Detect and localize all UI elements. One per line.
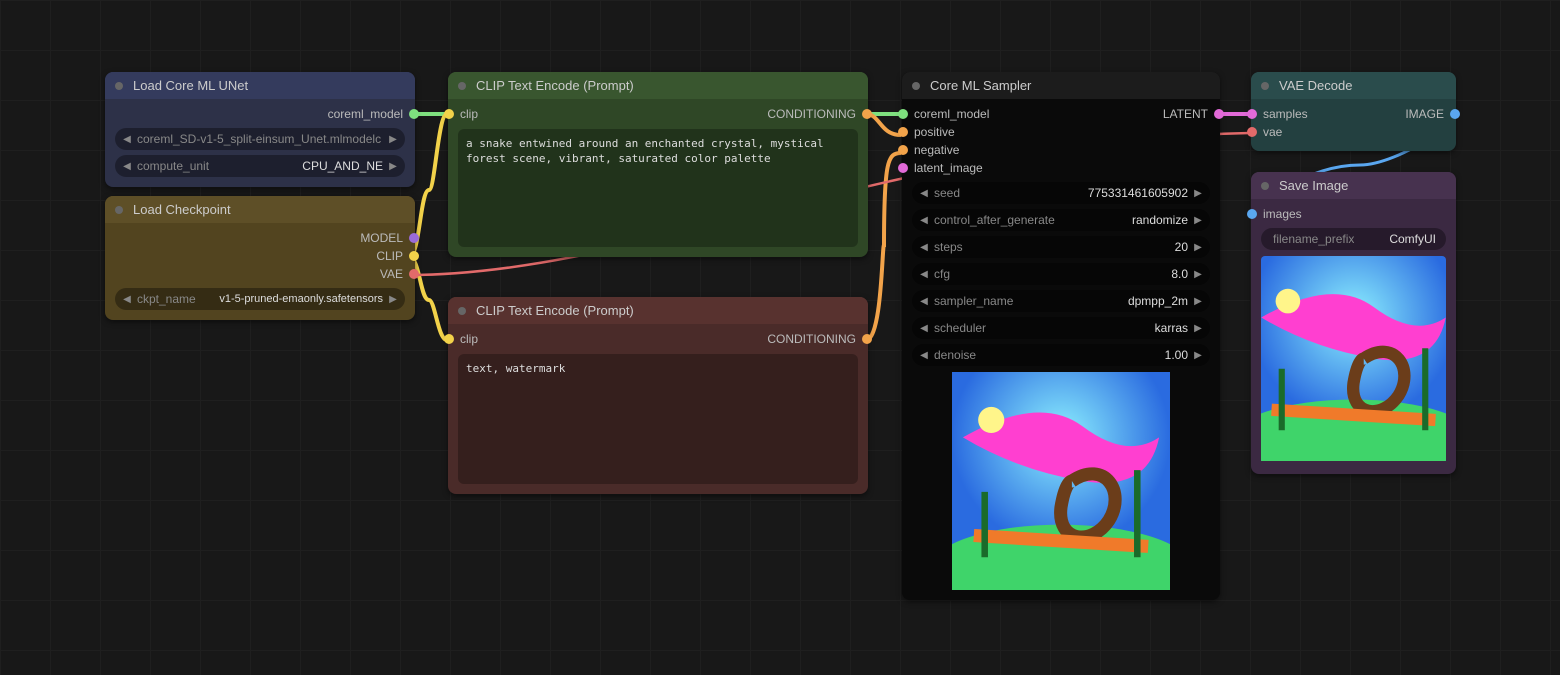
output-image[interactable]: IMAGE	[1405, 105, 1446, 123]
arrow-left-icon[interactable]: ◀	[918, 215, 930, 226]
steps-widget[interactable]: ◀ steps 20 ▶	[912, 236, 1210, 258]
arrow-left-icon[interactable]: ◀	[918, 323, 930, 334]
port-dot-icon	[862, 109, 872, 119]
node-title[interactable]: Load Core ML UNet	[105, 72, 415, 99]
output-latent[interactable]: LATENT	[1163, 105, 1210, 123]
arrow-right-icon[interactable]: ▶	[387, 294, 399, 305]
arrow-left-icon[interactable]: ◀	[121, 294, 133, 305]
arrow-left-icon[interactable]: ◀	[121, 161, 133, 172]
node-title-label: VAE Decode	[1279, 78, 1352, 93]
node-title[interactable]: VAE Decode	[1251, 72, 1456, 99]
port-dot-icon	[409, 251, 419, 261]
arrow-left-icon[interactable]: ◀	[918, 188, 930, 199]
node-clip-text-encode-positive[interactable]: CLIP Text Encode (Prompt) clip CONDITION…	[448, 72, 868, 257]
input-coreml-model[interactable]: coreml_model	[912, 105, 989, 123]
output-conditioning[interactable]: CONDITIONING	[767, 330, 858, 348]
preview-image-icon	[952, 372, 1170, 590]
port-dot-icon	[862, 334, 872, 344]
preview-image-icon	[1261, 256, 1446, 461]
input-clip[interactable]: clip	[458, 105, 478, 123]
output-conditioning[interactable]: CONDITIONING	[767, 105, 858, 123]
collapse-icon[interactable]	[458, 307, 466, 315]
arrow-left-icon[interactable]: ◀	[918, 269, 930, 280]
collapse-icon[interactable]	[1261, 182, 1269, 190]
arrow-right-icon[interactable]: ▶	[387, 161, 399, 172]
node-title-label: CLIP Text Encode (Prompt)	[476, 303, 634, 318]
arrow-right-icon[interactable]: ▶	[1192, 296, 1204, 307]
collapse-icon[interactable]	[458, 82, 466, 90]
arrow-right-icon[interactable]: ▶	[1192, 242, 1204, 253]
arrow-right-icon[interactable]: ▶	[387, 134, 399, 145]
denoise-widget[interactable]: ◀ denoise 1.00 ▶	[912, 344, 1210, 366]
input-negative[interactable]: negative	[912, 141, 1210, 159]
node-title-label: Load Checkpoint	[133, 202, 231, 217]
port-dot-icon	[1214, 109, 1224, 119]
node-coreml-sampler[interactable]: Core ML Sampler coreml_model LATENT posi…	[902, 72, 1220, 600]
node-save-image[interactable]: Save Image images filename_prefix ComfyU…	[1251, 172, 1456, 474]
node-title[interactable]: Load Checkpoint	[105, 196, 415, 223]
node-load-coreml-unet[interactable]: Load Core ML UNet coreml_model ◀ coreml_…	[105, 72, 415, 187]
input-images[interactable]: images	[1261, 205, 1446, 223]
node-title[interactable]: CLIP Text Encode (Prompt)	[448, 72, 868, 99]
arrow-left-icon[interactable]: ◀	[918, 296, 930, 307]
node-title-label: Core ML Sampler	[930, 78, 1031, 93]
cfg-widget[interactable]: ◀ cfg 8.0 ▶	[912, 263, 1210, 285]
arrow-right-icon[interactable]: ▶	[1192, 188, 1204, 199]
output-model[interactable]: MODEL	[115, 229, 405, 247]
port-dot-icon	[1247, 209, 1257, 219]
collapse-icon[interactable]	[1261, 82, 1269, 90]
compute-unit-widget[interactable]: ◀ compute_unit CPU_AND_NE ▶	[115, 155, 405, 177]
arrow-left-icon[interactable]: ◀	[918, 350, 930, 361]
arrow-right-icon[interactable]: ▶	[1192, 269, 1204, 280]
positive-prompt-input[interactable]: a snake entwined around an enchanted cry…	[458, 129, 858, 247]
output-coreml-model[interactable]: coreml_model	[115, 105, 405, 123]
node-title[interactable]: Core ML Sampler	[902, 72, 1220, 99]
save-preview-image	[1261, 256, 1446, 464]
port-dot-icon	[444, 334, 454, 344]
port-dot-icon	[1450, 109, 1460, 119]
scheduler-widget[interactable]: ◀ scheduler karras ▶	[912, 317, 1210, 339]
node-title-label: CLIP Text Encode (Prompt)	[476, 78, 634, 93]
node-vae-decode[interactable]: VAE Decode samples IMAGE vae	[1251, 72, 1456, 151]
node-title[interactable]: CLIP Text Encode (Prompt)	[448, 297, 868, 324]
collapse-icon[interactable]	[115, 82, 123, 90]
seed-widget[interactable]: ◀ seed 775331461605902 ▶	[912, 182, 1210, 204]
arrow-right-icon[interactable]: ▶	[1192, 323, 1204, 334]
node-title-label: Save Image	[1279, 178, 1348, 193]
port-dot-icon	[898, 109, 908, 119]
input-positive[interactable]: positive	[912, 123, 1210, 141]
output-vae[interactable]: VAE	[115, 265, 405, 283]
control-after-generate-widget[interactable]: ◀ control_after_generate randomize ▶	[912, 209, 1210, 231]
port-dot-icon	[444, 109, 454, 119]
port-dot-icon	[409, 109, 419, 119]
arrow-left-icon[interactable]: ◀	[121, 134, 133, 145]
sampler-name-widget[interactable]: ◀ sampler_name dpmpp_2m ▶	[912, 290, 1210, 312]
arrow-right-icon[interactable]: ▶	[1192, 215, 1204, 226]
node-title-label: Load Core ML UNet	[133, 78, 248, 93]
output-clip[interactable]: CLIP	[115, 247, 405, 265]
port-dot-icon	[898, 145, 908, 155]
port-dot-icon	[409, 233, 419, 243]
negative-prompt-input[interactable]: text, watermark	[458, 354, 858, 484]
node-title[interactable]: Save Image	[1251, 172, 1456, 199]
ckpt-name-widget[interactable]: ◀ ckpt_name v1-5-pruned-emaonly.safetens…	[115, 288, 405, 310]
model-path-widget[interactable]: ◀ coreml_SD-v1-5_split-einsum_Unet.mlmod…	[115, 128, 405, 150]
sampler-preview-image	[912, 372, 1210, 590]
port-dot-icon	[898, 127, 908, 137]
filename-prefix-widget[interactable]: filename_prefix ComfyUI	[1261, 228, 1446, 250]
input-vae[interactable]: vae	[1261, 123, 1446, 141]
input-samples[interactable]: samples	[1261, 105, 1308, 123]
node-clip-text-encode-negative[interactable]: CLIP Text Encode (Prompt) clip CONDITION…	[448, 297, 868, 494]
node-load-checkpoint[interactable]: Load Checkpoint MODEL CLIP VAE ◀ ckpt_na…	[105, 196, 415, 320]
collapse-icon[interactable]	[912, 82, 920, 90]
arrow-right-icon[interactable]: ▶	[1192, 350, 1204, 361]
port-dot-icon	[409, 269, 419, 279]
port-dot-icon	[1247, 109, 1257, 119]
arrow-left-icon[interactable]: ◀	[918, 242, 930, 253]
input-clip[interactable]: clip	[458, 330, 478, 348]
collapse-icon[interactable]	[115, 206, 123, 214]
port-dot-icon	[898, 163, 908, 173]
port-dot-icon	[1247, 127, 1257, 137]
input-latent-image[interactable]: latent_image	[912, 159, 1210, 177]
